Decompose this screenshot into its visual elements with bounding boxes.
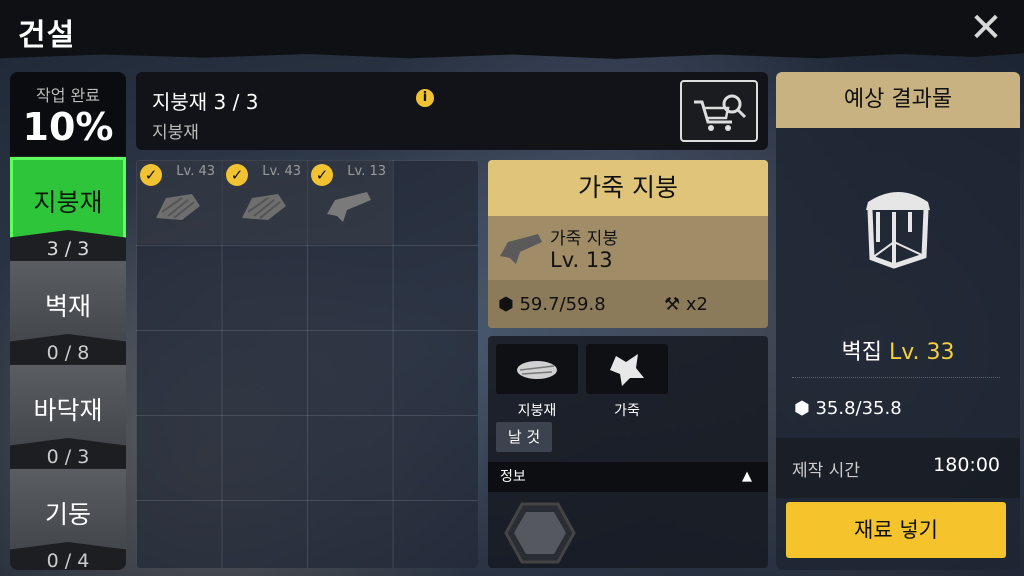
leather-icon <box>610 354 644 386</box>
shop-search-button[interactable] <box>680 80 758 142</box>
slot-grid: ✓ Lv. 43 ✓ Lv. 43 ✓ Lv. 13 <box>136 160 478 568</box>
divider <box>792 377 1000 378</box>
category-label: 벽재 <box>44 292 91 321</box>
result-level: Lv. 33 <box>888 340 955 365</box>
leather-roof-icon <box>500 234 542 264</box>
category-sidebar: 작업 완료 10% 지붕재 3 / 3 벽재 0 / 8 바닥재 0 / 3 기… <box>10 72 126 570</box>
cube-icon: ⬢ <box>794 398 810 419</box>
category-count: 0 / 8 <box>10 334 126 364</box>
slot-level: Lv. 13 <box>347 164 386 179</box>
close-icon[interactable]: ✕ <box>968 8 1004 48</box>
straw-roof-icon <box>242 194 286 220</box>
material-box <box>496 344 578 394</box>
cube-icon: ⬢ <box>498 294 514 315</box>
slot-level: Lv. 43 <box>262 164 301 179</box>
progress-box: 작업 완료 10% <box>10 72 126 156</box>
craft-time-row: 제작 시간 180:00 <box>776 438 1020 498</box>
item-level: Lv. 13 <box>550 248 613 272</box>
insert-materials-button[interactable]: 재료 넣기 <box>786 502 1006 558</box>
slot-level: Lv. 43 <box>176 164 215 179</box>
durability-stat: ⬢ 59.7/59.8 <box>498 294 606 315</box>
triangle-up-icon: ▲ <box>742 469 752 484</box>
straw-icon <box>517 361 557 379</box>
item-name: 가죽 지붕 <box>550 229 618 249</box>
result-panel: 예상 결과물 벽집 Lv. 33 ⬢ 35.8/35.8 제작 시간 180:0… <box>776 72 1020 570</box>
progress-value: 10% <box>22 105 114 149</box>
materials-panel: 지붕재 가죽 날 것 정보 ▲ <box>488 336 768 568</box>
result-item-name: 벽집 <box>841 340 882 365</box>
raw-filter-tag[interactable]: 날 것 <box>496 422 552 452</box>
category-roof[interactable]: 지붕재 3 / 3 <box>10 156 126 260</box>
header-subtitle: 지붕재 <box>152 123 199 143</box>
result-durability-value: 35.8/35.8 <box>815 398 902 419</box>
slot-item[interactable]: ✓ Lv. 13 <box>307 160 392 244</box>
category-count: 3 / 3 <box>10 230 126 260</box>
category-floor[interactable]: 바닥재 0 / 3 <box>10 364 126 468</box>
material-label: 가죽 <box>614 403 640 419</box>
progress-label: 작업 완료 <box>36 86 100 105</box>
material-slot[interactable]: 가죽 <box>586 344 668 420</box>
result-durability: ⬢ 35.8/35.8 <box>794 398 902 419</box>
durability-value: 59.7/59.8 <box>519 294 606 315</box>
header-title: 지붕재 3 / 3 <box>152 90 259 114</box>
info-icon[interactable]: i <box>416 89 434 107</box>
slot-item[interactable]: ✓ Lv. 43 <box>222 160 307 244</box>
hammer-stat: ⚒ x2 <box>664 294 708 315</box>
material-label: 지붕재 <box>517 403 557 419</box>
category-wall[interactable]: 벽재 0 / 8 <box>10 260 126 364</box>
material-slot[interactable]: 지붕재 <box>496 344 578 420</box>
selected-item-info: 가죽 지붕 Lv. 13 <box>488 216 768 280</box>
selected-item-card: 가죽 지붕 가죽 지붕 Lv. 13 ⬢ 59.7/59.8 ⚒ x2 <box>488 160 768 328</box>
category-count: 0 / 3 <box>10 438 126 468</box>
category-label: 바닥재 <box>33 396 103 425</box>
leather-roof-icon <box>327 192 371 222</box>
info-toggle[interactable]: 정보 ▲ <box>488 462 768 492</box>
craft-time-value: 180:00 <box>933 454 1000 476</box>
material-box <box>586 344 668 394</box>
check-icon: ✓ <box>140 164 162 186</box>
check-icon: ✓ <box>311 164 333 186</box>
hexagon-slot-icon[interactable] <box>504 500 576 566</box>
category-count: 0 / 4 <box>10 542 126 570</box>
cart-search-icon <box>694 94 747 131</box>
hammer-icon: ⚒ <box>664 294 681 315</box>
header-panel: 지붕재 3 / 3 i 지붕재 <box>136 72 768 150</box>
selected-item-title: 가죽 지붕 <box>488 160 768 216</box>
category-label: 지붕재 <box>33 188 103 217</box>
page-title: 건설 <box>18 18 76 53</box>
check-icon: ✓ <box>226 164 248 186</box>
result-name: 벽집 Lv. 33 <box>776 334 1020 366</box>
result-header: 예상 결과물 <box>776 72 1020 128</box>
hut-icon <box>866 192 930 269</box>
multiplier-value: x2 <box>685 294 708 315</box>
slot-item[interactable]: ✓ Lv. 43 <box>136 160 221 244</box>
category-label: 기둥 <box>44 500 91 529</box>
category-pillar[interactable]: 기둥 0 / 4 <box>10 468 126 570</box>
info-label: 정보 <box>500 469 526 485</box>
item-stats: ⬢ 59.7/59.8 ⚒ x2 <box>488 280 768 328</box>
straw-roof-icon <box>156 194 200 220</box>
craft-time-label: 제작 시간 <box>792 461 860 481</box>
top-bar <box>0 0 1024 59</box>
